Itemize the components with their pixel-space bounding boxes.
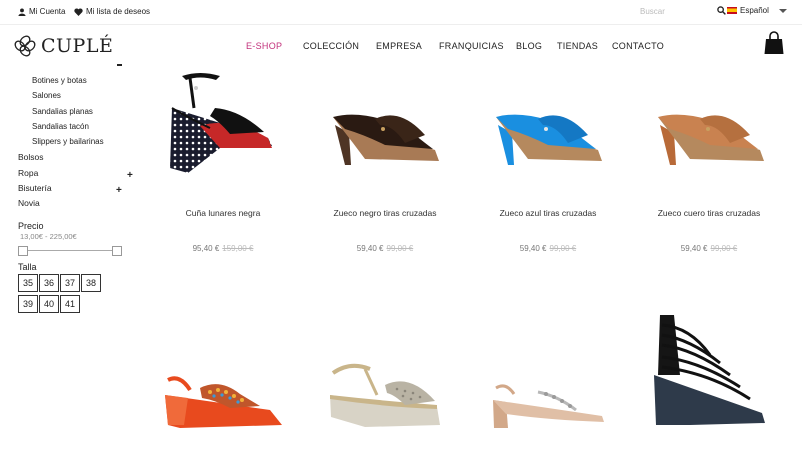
product-image-zueco-azul[interactable] [488, 95, 608, 175]
old-price: 99,00 € [386, 244, 414, 253]
size-37[interactable]: 37 [60, 274, 80, 292]
nav-blog[interactable]: BLOG [516, 41, 542, 51]
subcategory-slippers[interactable]: Slippers y bailarinas [32, 137, 104, 146]
expand-bisuteria-icon[interactable]: + [116, 185, 122, 196]
main-header: CUPLÉ E-SHOP COLECCIÓN EMPRESA FRANQUICI… [0, 24, 802, 67]
language-selector[interactable]: Español [727, 6, 788, 15]
product-price: 59,40 €99,00 € [629, 244, 789, 253]
product-image-cuna-naranja[interactable] [160, 370, 285, 430]
size-40[interactable]: 40 [39, 295, 59, 313]
brand-logo[interactable]: CUPLÉ [14, 35, 113, 57]
nav-tiendas[interactable]: TIENDAS [557, 41, 598, 51]
size-38[interactable]: 38 [81, 274, 101, 292]
size-filter-title: Talla [18, 262, 37, 272]
spain-flag-icon [727, 7, 737, 14]
price-slider-track [22, 250, 118, 251]
nav-empresa[interactable]: EMPRESA [376, 41, 422, 51]
price-slider-min-handle[interactable] [18, 246, 28, 256]
shopping-bag-icon[interactable] [764, 31, 784, 55]
nav-coleccion[interactable]: COLECCIÓN [303, 41, 359, 51]
top-bar: Mi Cuenta Mi lista de deseos Buscar Espa… [0, 0, 802, 24]
product-image-cuna-negra-macrame[interactable] [650, 315, 770, 430]
product-image-cuna-lunares[interactable] [160, 68, 280, 178]
price-slider[interactable] [18, 246, 122, 256]
search-icon[interactable] [717, 6, 726, 15]
current-price: 59,40 € [680, 244, 708, 253]
old-price: 99,00 € [710, 244, 738, 253]
size-41[interactable]: 41 [60, 295, 80, 313]
product-price: 59,40 €99,00 € [468, 244, 628, 253]
price-slider-max-handle[interactable] [112, 246, 122, 256]
nav-eshop[interactable]: E-SHOP [246, 41, 282, 51]
size-35[interactable]: 35 [18, 274, 38, 292]
user-icon [18, 7, 26, 16]
logo-icon [14, 35, 36, 57]
wishlist-label: Mi lista de deseos [86, 7, 151, 16]
current-price: 95,40 € [192, 244, 220, 253]
product-name[interactable]: Zueco azul tiras cruzadas [468, 208, 628, 218]
subcategory-botines[interactable]: Botines y botas [32, 76, 87, 85]
product-name[interactable]: Zueco cuero tiras cruzadas [629, 208, 789, 218]
category-ropa[interactable]: Ropa [18, 168, 38, 178]
current-price: 59,40 € [356, 244, 384, 253]
price-range-value: 13,00€ - 225,00€ [20, 232, 77, 241]
nav-franquicias[interactable]: FRANQUICIAS [439, 41, 504, 51]
heart-icon [74, 7, 83, 16]
current-price: 59,40 € [519, 244, 547, 253]
product-name[interactable]: Cuña lunares negra [143, 208, 303, 218]
size-39[interactable]: 39 [18, 295, 38, 313]
price-filter-title: Precio [18, 221, 44, 231]
product-image-zueco-cuero[interactable] [650, 95, 770, 175]
search-input[interactable]: Buscar [640, 7, 665, 16]
subcategory-sandalias-tacon[interactable]: Sandalias tacón [32, 122, 89, 131]
account-link[interactable]: Mi Cuenta [18, 7, 65, 16]
nav-contacto[interactable]: CONTACTO [612, 41, 664, 51]
caret-down-icon [778, 8, 787, 13]
size-36[interactable]: 36 [39, 274, 59, 292]
subcategory-sandalias-planas[interactable]: Sandalias planas [32, 107, 93, 116]
brand-name: CUPLÉ [41, 35, 114, 57]
expand-ropa-icon[interactable]: + [127, 170, 133, 181]
category-bisuteria[interactable]: Bisutería [18, 183, 52, 193]
product-image-zueco-negro[interactable] [325, 95, 445, 175]
wishlist-link[interactable]: Mi lista de deseos [74, 7, 150, 16]
product-name[interactable]: Zueco negro tiras cruzadas [305, 208, 465, 218]
filter-sidebar: Botines y botas Salones Sandalias planas… [0, 64, 140, 450]
subcategory-salones[interactable]: Salones [32, 91, 61, 100]
product-image-sandalia-joya[interactable] [488, 380, 608, 430]
old-price: 159,00 € [222, 244, 254, 253]
product-price: 95,40 €159,00 € [143, 244, 303, 253]
category-bolsos[interactable]: Bolsos [18, 152, 44, 162]
category-novia[interactable]: Novia [18, 198, 40, 208]
account-label: Mi Cuenta [29, 7, 66, 16]
old-price: 99,00 € [549, 244, 577, 253]
product-image-sandalia-plata[interactable] [325, 355, 445, 430]
language-label: Español [740, 6, 769, 15]
product-price: 59,40 €99,00 € [305, 244, 465, 253]
collapse-icon[interactable] [117, 64, 122, 66]
